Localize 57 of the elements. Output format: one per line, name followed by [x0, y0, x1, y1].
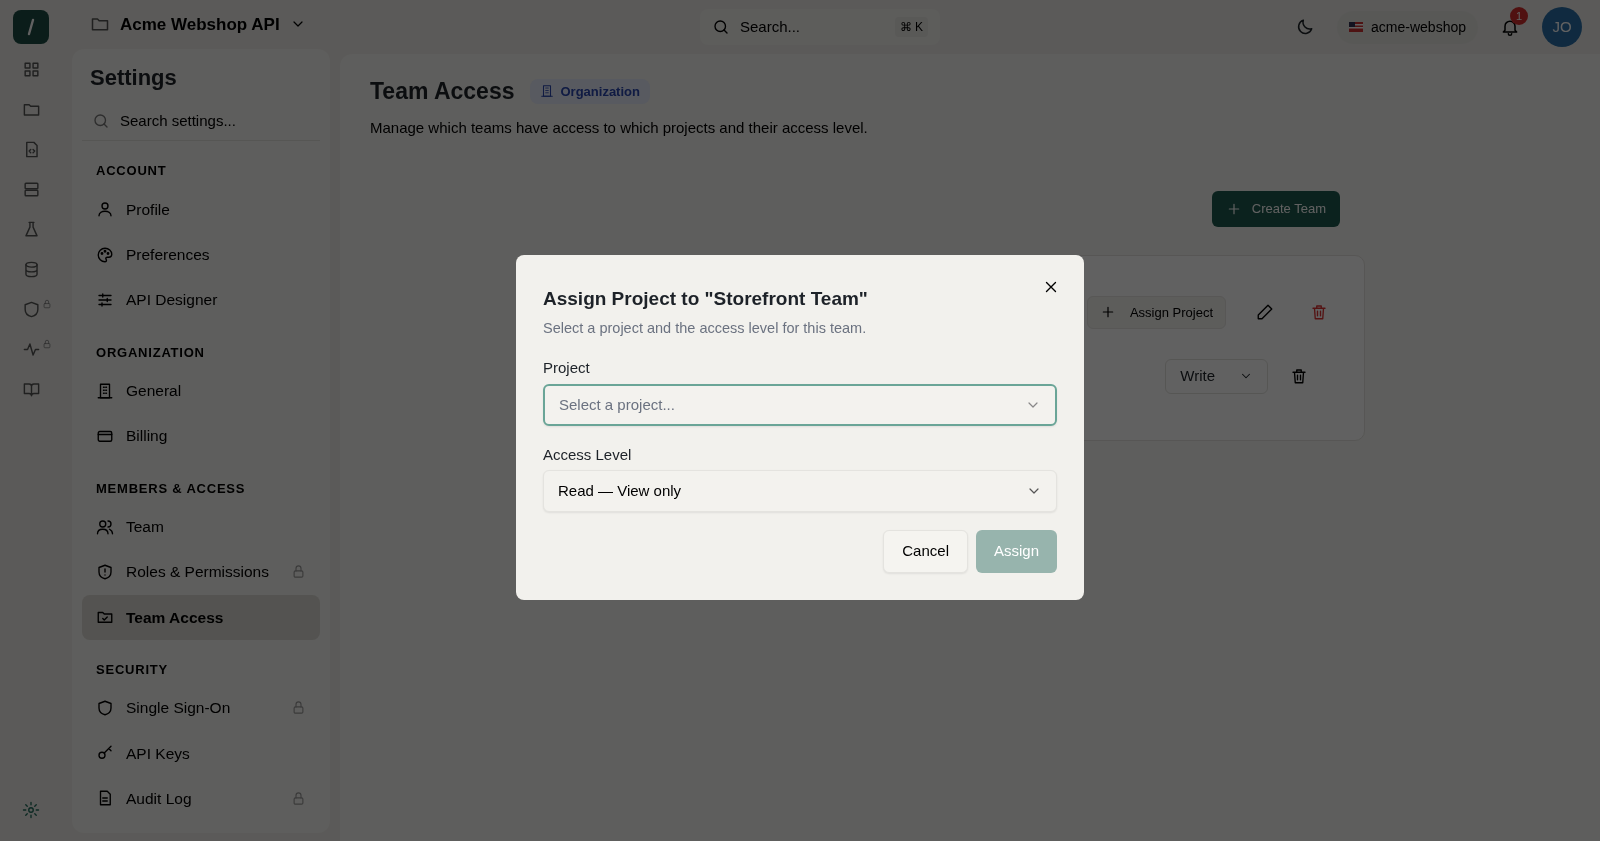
shield-alert-icon — [96, 562, 114, 581]
access-select[interactable]: Write — [1165, 359, 1268, 394]
server-icon — [21, 179, 41, 199]
flag-icon — [1349, 22, 1364, 32]
section-heading: SECURITY — [95, 660, 169, 679]
section-heading: MEMBERS & ACCESS — [95, 479, 247, 498]
lock-icon — [291, 564, 306, 580]
scope-badge: Organization — [530, 78, 650, 104]
lock-icon — [291, 790, 306, 806]
sidebar-item[interactable]: Roles & Permissions — [82, 549, 320, 595]
sidebar-item[interactable]: API Designer — [82, 277, 320, 323]
create-team-button[interactable]: Create Team — [1211, 191, 1340, 227]
settings-search-field[interactable]: Search settings... — [82, 101, 320, 142]
sidebar-item[interactable]: Billing — [82, 413, 320, 459]
project-name[interactable]: Acme Webshop API — [120, 11, 280, 38]
search-icon — [92, 112, 110, 130]
shield-icon — [21, 299, 41, 319]
dialog-subtitle: Select a project and the access level for this team. — [543, 318, 868, 338]
sidebar-item[interactable]: Audit Log — [82, 775, 320, 821]
building-icon — [96, 381, 114, 400]
user-icon — [96, 200, 114, 219]
sidebar-item[interactable]: Single Sign-On — [82, 685, 320, 731]
trash-icon — [1310, 303, 1328, 322]
sidebar-item[interactable]: General — [82, 368, 320, 414]
sidebar-item[interactable]: Team — [82, 504, 320, 550]
field-label: Access Level — [543, 444, 633, 465]
dialog-title: Assign Project to "Storefront Team" — [543, 287, 869, 311]
dashboard-icon — [21, 59, 41, 79]
section-heading: ORGANIZATION — [95, 343, 206, 362]
users-icon — [96, 517, 114, 536]
sliders-icon — [96, 290, 114, 309]
page-title: Settings — [89, 63, 178, 92]
sidebar-item[interactable]: API Keys — [82, 730, 320, 776]
page-heading: Team Access — [370, 77, 515, 106]
pencil-icon — [1256, 303, 1274, 322]
building-icon — [540, 84, 555, 99]
sidebar-item[interactable]: Profile — [82, 186, 320, 232]
project-select[interactable]: Select a project... — [543, 383, 1057, 426]
lock-icon — [42, 299, 52, 310]
lock-icon — [42, 339, 52, 350]
trash-icon — [1290, 367, 1308, 386]
field-label: Project — [543, 358, 591, 379]
section-heading: ACCOUNT — [95, 162, 168, 181]
sidebar-item[interactable]: Team Access — [82, 594, 320, 640]
cancel-button[interactable]: Cancel — [883, 530, 968, 573]
access-level-select[interactable]: Read — View only — [543, 470, 1057, 513]
app-logo[interactable] — [13, 10, 49, 44]
sidebar-item[interactable]: Preferences — [82, 232, 320, 278]
palette-icon — [96, 245, 114, 264]
user-avatar[interactable]: JO — [1542, 7, 1582, 47]
shortcut-hint: ⌘ K — [894, 17, 928, 37]
lock-icon — [291, 700, 306, 716]
shield-icon — [96, 698, 114, 717]
page-description: Manage which teams have access to which projects and their access level. — [370, 117, 869, 138]
notification-count: 1 — [1510, 7, 1528, 25]
search-icon — [712, 18, 730, 36]
assign-project-button[interactable]: Assign Project — [1086, 295, 1226, 329]
